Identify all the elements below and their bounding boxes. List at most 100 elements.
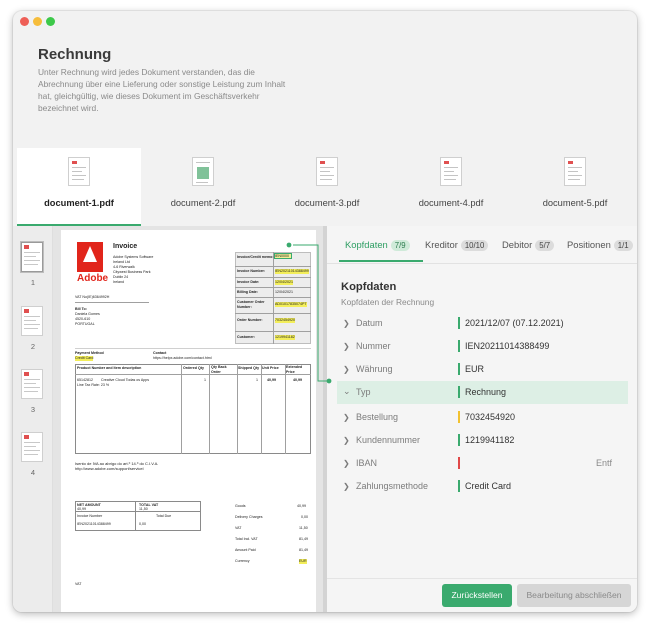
meta-label: Invoice Number:: [237, 269, 266, 273]
page-description: Unter Rechnung wird jedes Dokument verst…: [38, 67, 286, 113]
meta-value: 7032454920: [275, 318, 295, 323]
tab-positionen[interactable]: Positionen 1/1: [567, 239, 633, 251]
title-bar: [13, 11, 637, 33]
field-value: IEN20211014388499: [465, 341, 550, 351]
totals-label: Goods: [235, 504, 246, 508]
field-label: Währung: [356, 364, 393, 374]
company-line: Ireland: [113, 280, 124, 284]
tab-debitor[interactable]: Debitor 5/7: [502, 239, 555, 251]
page-thumbnail-1[interactable]: [21, 242, 43, 272]
company-line: Ireland Ltd: [113, 260, 130, 264]
status-indicator: [458, 434, 460, 446]
field-label: Zahlungsmethode: [356, 481, 429, 491]
field-row-typ[interactable]: ⌄ Typ Rechnung: [337, 381, 628, 404]
field-value: 2021/12/07 (07.12.2021): [465, 318, 564, 328]
field-row-bestellung[interactable]: ❯ Bestellung 7032454920: [337, 406, 628, 429]
details-panel: Kopfdaten 7/9 Kreditor 10/10 Debitor 5/7 Po…: [327, 226, 637, 612]
meta-value: IEN0000: [275, 254, 289, 258]
meta-label: Billing Date:: [237, 290, 258, 294]
item-shipped-qty: 1: [256, 378, 258, 382]
document-label: document-5.pdf: [542, 198, 608, 208]
column-header: Unit Price: [262, 366, 279, 370]
item-code: 65142812: [77, 378, 93, 382]
tab-kreditor[interactable]: Kreditor 10/10: [425, 239, 489, 251]
document-label: document-2.pdf: [170, 198, 236, 208]
totals-value: 40,99: [297, 504, 306, 508]
page-thumbnail-4[interactable]: [21, 432, 43, 462]
item-tax: Line Tax Rate: 23 %: [77, 383, 110, 387]
meta-value: 12/04/2021: [275, 280, 293, 285]
document-thumbnail: [68, 157, 90, 186]
totals-value: 11,50: [299, 526, 308, 530]
reset-button[interactable]: Zurückstellen: [442, 584, 512, 607]
column-header: Qty Back Order: [211, 365, 227, 374]
finish-editing-button[interactable]: Bearbeitung abschließen: [517, 584, 631, 607]
page-thumbnails[interactable]: 1 2 3 4: [13, 226, 53, 612]
totals-value: 0,00: [301, 515, 308, 519]
invoice-number-value: IEN20211014388499: [77, 522, 111, 526]
field-row-zahlungsmethode[interactable]: ❯ Zahlungsmethode Credit Card: [337, 475, 628, 498]
section-title: Kopfdaten: [341, 281, 397, 293]
invoice-title: Invoice: [113, 243, 138, 250]
company-line: Citywest Business Park: [113, 270, 151, 274]
totals-label: Delivery Charges: [235, 515, 263, 519]
field-value: Rechnung: [465, 387, 507, 397]
tab-badge: 5/7: [535, 240, 555, 251]
chevron-down-icon: ⌄: [343, 386, 351, 396]
totals-label: VAT: [235, 526, 242, 530]
field-row-datum[interactable]: ❯ Datum 2021/12/07 (07.12.2021): [337, 312, 628, 335]
totals-label: Amount Paid: [235, 548, 256, 552]
page-number: 1: [30, 278, 36, 287]
close-window-button[interactable]: [20, 17, 29, 26]
payment-method-value: Credit Card: [75, 356, 94, 361]
field-row-nummer[interactable]: ❯ Nummer IEN20211014388499: [337, 335, 628, 358]
minimize-window-button[interactable]: [33, 17, 42, 26]
document-tab-1[interactable]: document-1.pdf: [17, 148, 141, 226]
page-title: Rechnung: [38, 46, 112, 63]
bill-to-line: Daniela Gomes: [75, 312, 100, 316]
bill-to-line: PORTUGAL: [75, 322, 95, 326]
field-label: IBAN: [356, 458, 378, 468]
field-row-kundennummer[interactable]: ❯ Kundennummer 1219941182: [337, 429, 628, 452]
maximize-window-button[interactable]: [46, 17, 55, 26]
column-header: Product Number and Item description: [77, 366, 142, 370]
footer-vat-text: VAT: [75, 582, 82, 586]
document-label: document-1.pdf: [44, 198, 114, 208]
total-due-label: Total Due: [156, 514, 172, 518]
chevron-right-icon: ❯: [343, 436, 350, 445]
document-preview[interactable]: Adobe Invoice Adobe Systems Software Ire…: [53, 226, 323, 612]
document-tab-3[interactable]: document-3.pdf: [265, 148, 389, 226]
chevron-right-icon: ❯: [343, 413, 350, 422]
status-indicator: [458, 480, 460, 492]
company-line: Dublin 24: [113, 275, 129, 279]
meta-label: Order Number:: [237, 318, 263, 322]
status-indicator: [458, 411, 460, 423]
tab-label: Positionen: [567, 239, 611, 250]
item-extended-price: 40,99: [293, 378, 302, 382]
workspace: 1 2 3 4 Adobe Invoice Adobe Systems Soft…: [13, 226, 637, 612]
meta-value: 12/04/2021: [275, 290, 293, 294]
item-unit-price: 40,99: [267, 378, 276, 382]
document-tab-5[interactable]: document-5.pdf: [513, 148, 637, 226]
page-thumbnail-3[interactable]: [21, 369, 43, 399]
document-thumbnail: [564, 157, 586, 186]
meta-label: Invoice Date:: [237, 280, 260, 284]
field-row-iban[interactable]: ❯ IBAN Entf: [337, 452, 628, 475]
adobe-logo-icon: [77, 242, 103, 272]
field-row-waehrung[interactable]: ❯ Währung EUR: [337, 358, 628, 381]
field-value: Credit Card: [465, 481, 512, 491]
status-indicator: [458, 386, 460, 398]
document-tab-2[interactable]: document-2.pdf: [141, 148, 265, 226]
chevron-right-icon: ❯: [343, 342, 350, 351]
tab-badge: 1/1: [613, 240, 633, 251]
document-tab-4[interactable]: document-4.pdf: [389, 148, 513, 226]
contact-value: https://helpx.adobe.com/contact.html: [153, 356, 212, 360]
totals-label: Total Incl. VAT: [235, 537, 258, 541]
field-label: Kundennummer: [356, 435, 421, 445]
page-thumbnail-2[interactable]: [21, 306, 43, 336]
totals-value: EUR: [299, 559, 307, 564]
field-label: Bestellung: [356, 412, 399, 422]
chevron-right-icon: ❯: [343, 319, 350, 328]
tab-kopfdaten[interactable]: Kopfdaten 7/9: [339, 239, 423, 262]
document-label: document-4.pdf: [418, 198, 484, 208]
